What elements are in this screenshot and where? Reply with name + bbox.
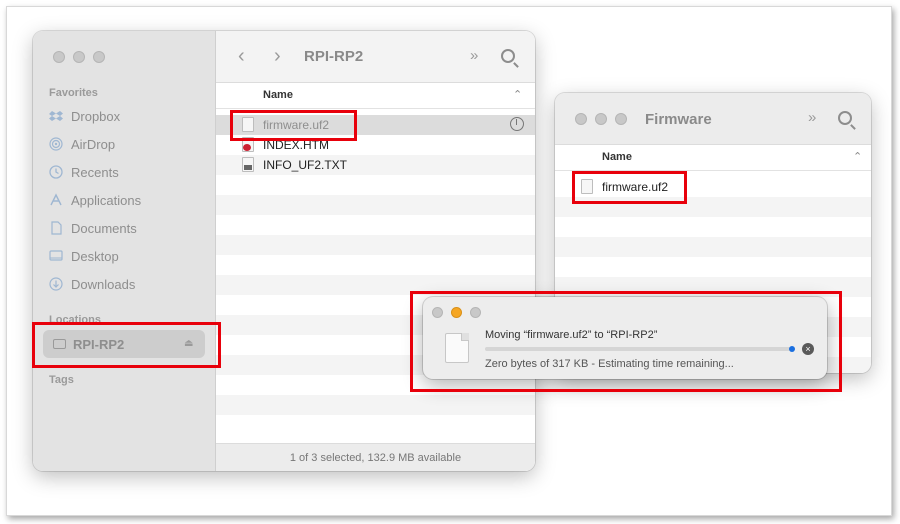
empty-row bbox=[216, 275, 535, 295]
sidebar-item-label: Recents bbox=[71, 164, 119, 180]
file-list: firmware.uf2 INDEX.HTM INFO_UF2.TXT bbox=[216, 115, 535, 435]
zoom-button[interactable] bbox=[615, 113, 627, 125]
clock-icon bbox=[49, 165, 63, 179]
sidebar-item-label: Documents bbox=[71, 220, 137, 236]
window-title: Firmware bbox=[645, 111, 712, 128]
empty-row bbox=[216, 415, 535, 435]
sidebar-item-label: RPI-RP2 bbox=[73, 337, 125, 352]
minimize-button[interactable] bbox=[451, 307, 462, 318]
copy-progress-icon bbox=[510, 117, 524, 131]
close-button[interactable] bbox=[575, 113, 587, 125]
zoom-button[interactable] bbox=[93, 51, 105, 63]
sidebar-item-dropbox[interactable]: Dropbox bbox=[49, 106, 120, 126]
sidebar-item-airdrop[interactable]: AirDrop bbox=[49, 134, 115, 154]
sidebar-item-recents[interactable]: Recents bbox=[49, 162, 119, 182]
forward-button[interactable]: › bbox=[274, 45, 281, 68]
close-button[interactable] bbox=[53, 51, 65, 63]
sidebar-item-label: AirDrop bbox=[71, 136, 116, 152]
file-browser-pane: ‹ › RPI-RP2 » Name ⌃ firmware.uf2 INDEX.… bbox=[216, 31, 535, 471]
dropbox-icon bbox=[49, 109, 63, 123]
finder-window-rpi-rp2: Favorites Dropbox AirDrop Recents Applic… bbox=[33, 31, 535, 471]
sidebar-item-label: Applications bbox=[71, 192, 142, 208]
window-controls bbox=[575, 113, 627, 125]
toolbar: ‹ › RPI-RP2 » bbox=[216, 31, 535, 83]
document-icon bbox=[49, 221, 63, 235]
sidebar-heading-locations: Locations bbox=[49, 314, 101, 326]
toolbar-overflow-button[interactable]: » bbox=[470, 47, 478, 64]
file-name: firmware.uf2 bbox=[602, 180, 669, 194]
copy-progress-dialog: Moving “firmware.uf2” to “RPI-RP2” × Zer… bbox=[423, 297, 827, 379]
copy-title: Moving “firmware.uf2” to “RPI-RP2” bbox=[485, 329, 658, 341]
empty-row bbox=[555, 197, 871, 217]
status-bar: 1 of 3 selected, 132.9 MB available bbox=[216, 443, 535, 471]
empty-row bbox=[555, 237, 871, 257]
list-item[interactable]: INFO_UF2.TXT bbox=[216, 155, 535, 175]
empty-row bbox=[216, 195, 535, 215]
empty-row bbox=[555, 217, 871, 237]
file-name: INFO_UF2.TXT bbox=[263, 158, 348, 172]
toolbar: Firmware » bbox=[555, 93, 871, 145]
minimize-button[interactable] bbox=[73, 51, 85, 63]
sort-chevron-up-icon[interactable]: ⌃ bbox=[853, 150, 862, 163]
external-disk-icon bbox=[53, 339, 66, 349]
applications-icon bbox=[49, 193, 63, 207]
list-item[interactable]: INDEX.HTM bbox=[216, 135, 535, 155]
sidebar-heading-favorites: Favorites bbox=[49, 87, 98, 99]
search-icon[interactable] bbox=[838, 111, 852, 125]
sidebar-item-documents[interactable]: Documents bbox=[49, 218, 137, 238]
column-header-name[interactable]: Name bbox=[263, 89, 293, 101]
file-icon bbox=[445, 333, 469, 363]
sidebar-item-applications[interactable]: Applications bbox=[49, 190, 141, 210]
back-button[interactable]: ‹ bbox=[238, 45, 245, 68]
cancel-copy-button[interactable]: × bbox=[802, 343, 814, 355]
window-title: RPI-RP2 bbox=[304, 48, 364, 65]
column-header[interactable]: Name ⌃ bbox=[216, 83, 535, 109]
minimize-button[interactable] bbox=[595, 113, 607, 125]
file-icon bbox=[581, 179, 593, 194]
airdrop-icon bbox=[49, 137, 63, 151]
file-name: INDEX.HTM bbox=[263, 138, 329, 152]
toolbar-overflow-button[interactable]: » bbox=[808, 109, 816, 126]
empty-row bbox=[555, 257, 871, 277]
text-file-icon bbox=[242, 157, 254, 172]
sort-chevron-up-icon[interactable]: ⌃ bbox=[513, 88, 522, 101]
column-header[interactable]: Name ⌃ bbox=[555, 145, 871, 171]
sidebar-item-label: Downloads bbox=[71, 276, 136, 292]
empty-row bbox=[216, 235, 535, 255]
sidebar: Favorites Dropbox AirDrop Recents Applic… bbox=[33, 31, 216, 471]
window-controls bbox=[53, 51, 105, 63]
list-item[interactable]: firmware.uf2 bbox=[216, 115, 535, 135]
empty-row bbox=[555, 277, 871, 297]
file-name: firmware.uf2 bbox=[263, 118, 330, 132]
empty-row bbox=[216, 215, 535, 235]
sidebar-item-label: Desktop bbox=[71, 248, 119, 264]
empty-row bbox=[216, 175, 535, 195]
empty-row bbox=[216, 255, 535, 275]
list-item[interactable]: firmware.uf2 bbox=[555, 177, 871, 197]
download-icon bbox=[49, 277, 63, 291]
search-icon[interactable] bbox=[501, 49, 515, 63]
desktop-icon bbox=[49, 249, 63, 263]
empty-row bbox=[216, 395, 535, 415]
zoom-button[interactable] bbox=[470, 307, 481, 318]
sidebar-item-desktop[interactable]: Desktop bbox=[49, 246, 119, 266]
file-icon bbox=[242, 117, 254, 132]
close-button[interactable] bbox=[432, 307, 443, 318]
sidebar-item-downloads[interactable]: Downloads bbox=[49, 274, 135, 294]
copy-status: Zero bytes of 317 KB - Estimating time r… bbox=[485, 358, 734, 370]
sidebar-heading-tags: Tags bbox=[49, 374, 74, 386]
screenshot-canvas: Favorites Dropbox AirDrop Recents Applic… bbox=[0, 0, 900, 524]
window-controls bbox=[432, 307, 481, 318]
column-header-name[interactable]: Name bbox=[602, 151, 632, 163]
progress-bar bbox=[485, 347, 791, 351]
progress-indicator bbox=[789, 346, 795, 352]
eject-icon[interactable]: ⏏ bbox=[184, 338, 193, 349]
html-file-icon bbox=[242, 137, 254, 152]
sidebar-item-label: Dropbox bbox=[71, 108, 121, 124]
